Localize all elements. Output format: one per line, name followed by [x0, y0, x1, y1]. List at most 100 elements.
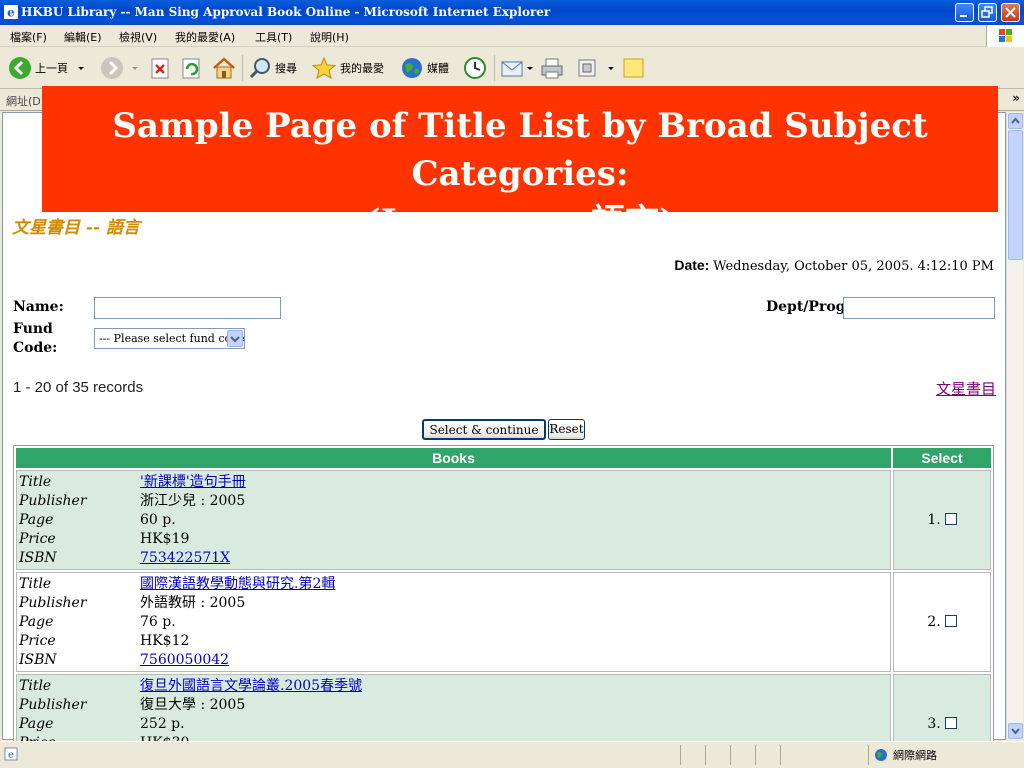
status-divider: [730, 745, 731, 765]
scroll-thumb[interactable]: [1008, 130, 1023, 260]
scroll-up-button[interactable]: [1008, 113, 1023, 129]
media-globe-icon: [402, 58, 422, 78]
overlay-banner: Sample Page of Title List by Broad Subje…: [42, 86, 998, 242]
back-button[interactable]: 上一頁: [8, 55, 86, 81]
name-input[interactable]: [94, 297, 281, 319]
toolbar-separator: [494, 55, 495, 81]
status-divider: [755, 745, 756, 765]
search-button[interactable]: 搜尋: [248, 55, 297, 81]
menu-favorites[interactable]: 我的最愛(A): [175, 29, 235, 45]
menu-view[interactable]: 檢視(V): [119, 29, 157, 45]
edit-button[interactable]: [576, 55, 616, 81]
mail-icon: [501, 61, 523, 77]
date-label: Date:: [674, 257, 710, 273]
edit-page-icon: [578, 59, 596, 77]
windows-flag-icon: [999, 29, 1012, 42]
security-zone: 網際網路: [874, 747, 937, 763]
window-title: HKBU Library -- Man Sing Approval Book O…: [21, 5, 551, 19]
windows-logo: [986, 25, 1024, 47]
home-button[interactable]: [211, 55, 237, 81]
row-number: 3.: [927, 716, 941, 732]
fund-code-select[interactable]: --- Please select fund code: [94, 328, 245, 349]
dept-prog-label: Dept/Prog:: [766, 299, 851, 315]
select-checkbox[interactable]: [944, 717, 957, 729]
menu-edit[interactable]: 編輯(E): [64, 29, 102, 45]
stop-icon: [151, 58, 169, 79]
vertical-scrollbar[interactable]: [1006, 112, 1023, 740]
messenger-button[interactable]: [622, 55, 646, 81]
table-row: Title '新課標'造句手冊 Publisher 浙江少兒 : 2005 Page…: [16, 470, 991, 570]
dept-prog-input[interactable]: [843, 297, 995, 319]
refresh-button[interactable]: [181, 55, 203, 81]
status-divider: [680, 745, 681, 765]
window-title-bar[interactable]: e HKBU Library -- Man Sing Approval Book…: [0, 0, 1024, 25]
favorites-star-icon: [311, 56, 337, 80]
restore-button[interactable]: [978, 3, 997, 22]
book-list-link[interactable]: 文星書目: [936, 378, 996, 399]
chevron-down-icon[interactable]: [227, 330, 243, 347]
internet-explorer-icon: e: [4, 5, 18, 19]
edit-dropdown-icon[interactable]: [606, 63, 616, 73]
row-number: 2.: [927, 614, 941, 630]
history-button[interactable]: [462, 55, 488, 81]
select-checkbox[interactable]: [944, 513, 957, 525]
restore-icon: [981, 6, 993, 18]
address-label: 網址(D): [6, 95, 46, 108]
select-checkbox[interactable]: [944, 615, 957, 627]
book-title-link[interactable]: 國際漢語教學動態與研究.第2輯: [140, 575, 335, 594]
mail-dropdown-icon[interactable]: [526, 63, 534, 73]
toolbar-separator: [242, 55, 243, 81]
forward-arrow-icon: [101, 57, 123, 79]
banner-line-2: (Language, 語言): [364, 202, 676, 242]
svg-text:e: e: [7, 6, 15, 20]
date-display: Date: Wednesday, October 05, 2005. 4:12:…: [674, 257, 994, 274]
search-icon: [249, 58, 270, 79]
fund-code-selected: --- Please select fund code: [99, 332, 245, 345]
security-zone-label: 網際網路: [893, 749, 937, 762]
status-divider: [868, 745, 869, 765]
select-continue-button[interactable]: Select & continue: [422, 419, 546, 440]
mail-button[interactable]: [500, 55, 534, 81]
forward-button[interactable]: [100, 55, 140, 81]
reset-button[interactable]: Reset: [548, 419, 585, 440]
printer-icon: [541, 58, 563, 79]
internet-globe-icon: [875, 749, 887, 761]
status-divider: [705, 745, 706, 765]
forward-dropdown-icon[interactable]: [130, 63, 140, 73]
table-row: Title 國際漢語教學動態與研究.第2輯 Publisher 外語教研 : 200…: [16, 572, 991, 672]
scroll-down-button[interactable]: [1008, 723, 1023, 739]
book-title-link[interactable]: 復旦外國語言文學論叢.2005春季號: [140, 677, 362, 696]
stop-button[interactable]: [150, 55, 172, 81]
banner-line-1: Sample Page of Title List by Broad Subje…: [112, 106, 928, 194]
book-title-link[interactable]: '新課標'造句手冊: [140, 473, 246, 492]
history-clock-icon: [464, 57, 486, 79]
minimize-icon: [960, 15, 967, 17]
books-header: Books: [16, 448, 891, 468]
menu-tools[interactable]: 工具(T): [255, 29, 292, 45]
minimize-button[interactable]: [955, 3, 974, 22]
chevron-right-icon[interactable]: »: [1012, 91, 1020, 105]
media-button[interactable]: 媒體: [400, 55, 449, 81]
name-label: Name:: [13, 299, 64, 315]
status-divider: [780, 745, 781, 765]
close-icon: [1005, 7, 1016, 18]
record-count: 1 - 20 of 35 records: [13, 379, 144, 396]
books-table: Books Select Title '新課標'造句手冊 Publisher 浙江少…: [13, 445, 994, 768]
svg-text:e: e: [8, 750, 14, 761]
print-button[interactable]: [539, 55, 565, 81]
isbn-link[interactable]: 753422571X: [140, 549, 230, 568]
menu-help[interactable]: 說明(H): [310, 29, 349, 45]
chevron-down-icon: [1011, 728, 1020, 735]
row-number: 1.: [927, 512, 941, 528]
refresh-icon: [182, 58, 200, 79]
close-button[interactable]: [1001, 3, 1020, 22]
toolbar: 上一頁 搜尋 我的最愛 媒體: [0, 47, 1024, 89]
menu-file[interactable]: 檔案(F): [10, 29, 47, 45]
back-arrow-icon: [9, 57, 31, 79]
back-dropdown-icon[interactable]: [76, 63, 86, 73]
date-value: Wednesday, October 05, 2005. 4:12:10 PM: [713, 259, 994, 274]
fund-code-label: Fund Code:: [13, 321, 58, 356]
status-bar: e 網際網路: [0, 741, 1024, 768]
isbn-link[interactable]: 7560050042: [140, 651, 229, 670]
favorites-button[interactable]: 我的最愛: [311, 55, 384, 81]
